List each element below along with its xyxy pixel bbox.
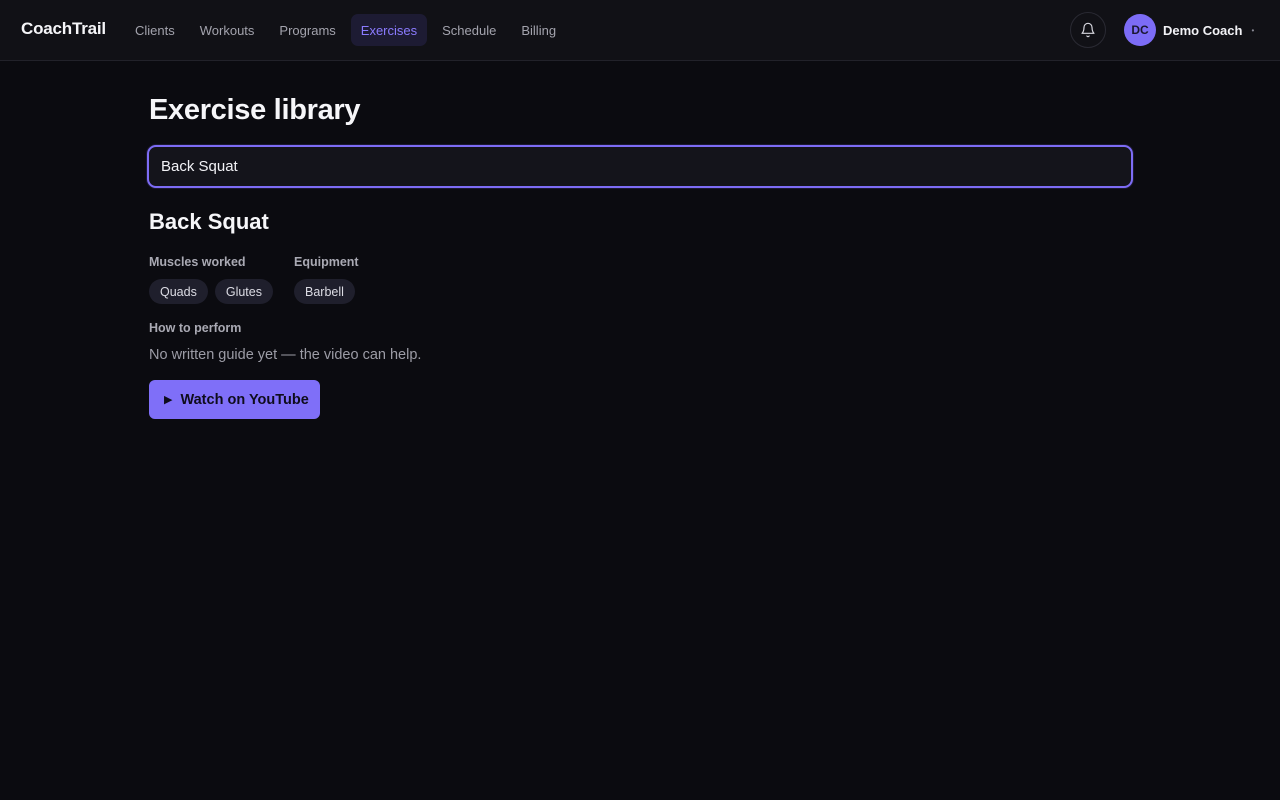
muscles-worked-label: Muscles worked	[149, 255, 246, 269]
guide-text: No written guide yet — the video can hel…	[149, 347, 422, 363]
nav-item-programs[interactable]: Programs	[269, 14, 345, 46]
main-nav: Clients Workouts Programs Exercises Sche…	[125, 14, 571, 46]
nav-item-schedule[interactable]: Schedule	[432, 14, 506, 46]
how-to-perform-label: How to perform	[149, 321, 242, 335]
brand-logo[interactable]: CoachTrail	[21, 19, 106, 39]
muscles-chip-list: Quads Glutes	[149, 279, 280, 304]
equipment-chip: Barbell	[294, 279, 355, 304]
muscle-chip: Quads	[149, 279, 208, 304]
page-title: Exercise library	[149, 94, 361, 126]
notifications-button[interactable]	[1070, 12, 1106, 48]
nav-item-billing[interactable]: Billing	[511, 14, 566, 46]
top-navigation-bar: CoachTrail Clients Workouts Programs Exe…	[0, 0, 1280, 61]
exercise-search-input[interactable]	[161, 158, 1119, 175]
watch-on-youtube-label: Watch on YouTube	[180, 391, 309, 408]
bell-icon	[1081, 22, 1095, 38]
equipment-label: Equipment	[294, 255, 359, 269]
nav-item-workouts[interactable]: Workouts	[190, 14, 265, 46]
muscle-chip: Glutes	[214, 279, 273, 304]
nav-item-clients[interactable]: Clients	[125, 14, 185, 46]
exercise-title: Back Squat	[149, 209, 269, 234]
watch-on-youtube-button[interactable]: ▶ Watch on YouTube	[149, 380, 320, 419]
equipment-chip-list: Barbell	[294, 279, 362, 304]
user-menu[interactable]: DC Demo Coach •	[1124, 14, 1254, 46]
nav-item-exercises[interactable]: Exercises	[350, 14, 428, 46]
exercise-search-box[interactable]	[147, 145, 1133, 188]
user-name: Demo Coach	[1163, 22, 1243, 38]
chevron-down-icon: •	[1251, 25, 1255, 35]
play-icon: ▶	[164, 394, 173, 406]
avatar: DC	[1124, 14, 1156, 46]
